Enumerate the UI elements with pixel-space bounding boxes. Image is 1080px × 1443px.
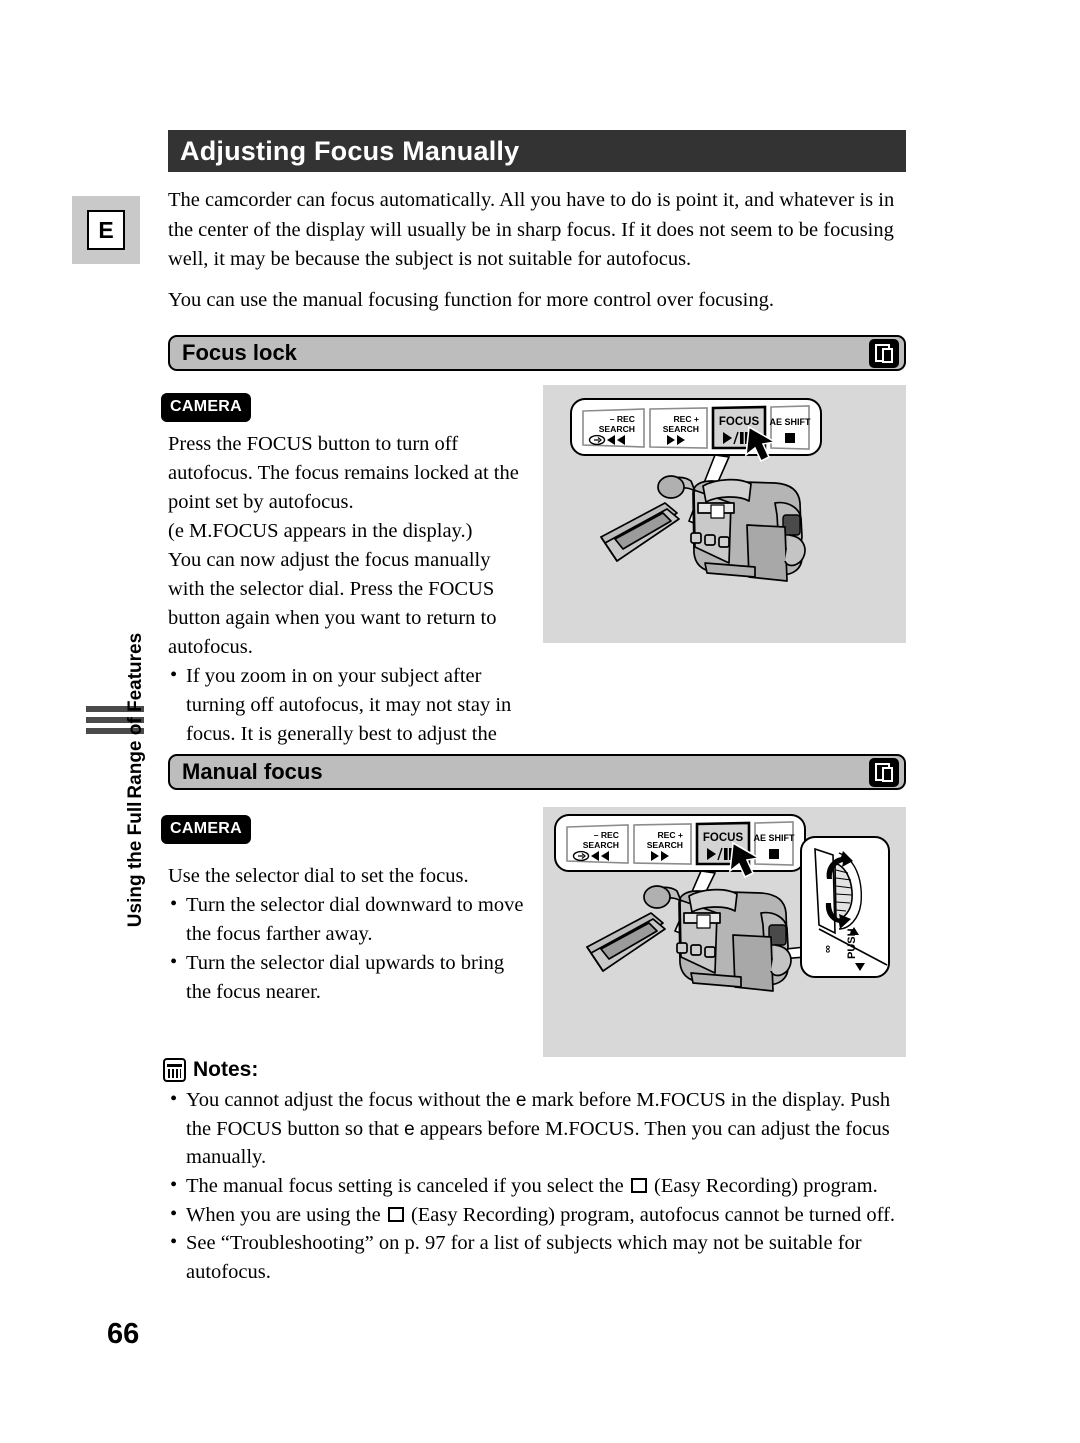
svg-text:FOCUS: FOCUS [719,416,760,428]
svg-text:SEARCH: SEARCH [583,840,619,850]
page-title: Adjusting Focus Manually [180,135,520,166]
note-text-pre: See “Troubleshooting” on p. 97 for a lis… [186,1232,862,1284]
manual-focus-bullets: Turn the selector dial downward to move … [168,890,524,1007]
focus-lock-body: Press the FOCUS button to turn off autof… [168,430,524,778]
svg-text:SEARCH: SEARCH [599,424,635,434]
manual-focus-text-1: Use the selector dial to set the focus. [168,865,469,887]
figure-focus-lock-art: – REC SEARCH REC + SEARCH FOCUS AE SHIFT [570,398,822,582]
note-text-pre: The manual focus setting is canceled if … [186,1175,629,1198]
side-tab-line-1: Using the Full [125,801,146,928]
svg-text:AE SHIFT: AE SHIFT [769,417,811,427]
svg-text:AE SHIFT: AE SHIFT [753,833,795,843]
figure-manual-focus: – REC SEARCH REC + SEARCH FOCUS AE SHIFT [543,807,906,1057]
side-tab-label: Using the Full Range of Features [106,633,166,927]
focus-lock-text-1: Press the FOCUS button to turn off autof… [168,433,519,513]
mode-chip-camera-2: CAMERA [161,815,252,844]
language-badge: E [87,210,125,250]
notes-header: Notes: [163,1058,258,1082]
tape-icon [869,757,899,787]
figure-manual-focus-art: – REC SEARCH REC + SEARCH FOCUS AE SHIFT [554,814,890,992]
manual-page: E Adjusting Focus Manually The camcorder… [0,0,1080,1443]
notes-icon [163,1058,186,1082]
list-item: When you are using the (Easy Recording) … [168,1200,904,1230]
svg-text:∞: ∞ [822,945,834,953]
list-item: The manual focus setting is canceled if … [168,1171,904,1201]
intro-paragraph-2: You can use the manual focusing function… [168,289,774,311]
figure-focus-lock: – REC SEARCH REC + SEARCH FOCUS AE SHIFT [543,385,906,643]
side-tab-line-2: Range of Features [125,632,146,799]
svg-text:REC +: REC + [657,830,683,840]
selector-dial-inset: ∞ PUSH [800,836,890,978]
section-title-focus-lock: Focus lock [182,340,297,365]
note-text-pre: You cannot adjust the focus without the [186,1089,516,1111]
list-item: See “Troubleshooting” on p. 97 for a lis… [168,1228,904,1286]
intro-paragraph-1: The camcorder can focus automatically. A… [168,189,895,271]
note-text-post: (Easy Recording) program, autofocus cann… [405,1203,896,1226]
focus-lock-text-e: (e M.FOCUS appears in the display.) [168,520,473,542]
easy-recording-icon [630,1178,647,1194]
svg-text:REC +: REC + [673,414,699,424]
notes-list: You cannot adjust the focus without the … [168,1085,904,1287]
language-badge-box: E [72,196,140,264]
notes-title: Notes: [193,1058,259,1081]
svg-text:FOCUS: FOCUS [703,832,744,844]
svg-text:– REC: – REC [594,830,619,840]
page-title-bar: Adjusting Focus Manually [168,130,906,172]
easy-recording-icon [387,1206,404,1222]
mode-chip-camera-1: CAMERA [161,393,252,422]
section-header-focus-lock: Focus lock [168,335,906,371]
svg-text:– REC: – REC [610,414,635,424]
svg-text:SEARCH: SEARCH [647,840,683,850]
list-item: Turn the selector dial upwards to bring … [168,948,524,1007]
tape-icon [869,338,899,368]
note-e-mark: e [404,1118,415,1140]
focus-lock-text-2: You can now adjust the focus manually wi… [168,549,497,658]
section-header-manual-focus: Manual focus [168,754,906,790]
list-item: Turn the selector dial downward to move … [168,890,524,949]
chapter-side-tab: Using the Full Range of Features [86,633,146,927]
note-text-pre: When you are using the [186,1203,386,1226]
note-text-post: (Easy Recording) program. [648,1175,878,1198]
section-title-manual-focus: Manual focus [182,759,323,784]
manual-focus-body: Use the selector dial to set the focus. … [168,862,524,1007]
list-item: You cannot adjust the focus without the … [168,1085,904,1172]
note-e-mark: e [515,1090,527,1111]
svg-text:SEARCH: SEARCH [663,424,699,434]
page-number: 66 [107,1318,140,1350]
